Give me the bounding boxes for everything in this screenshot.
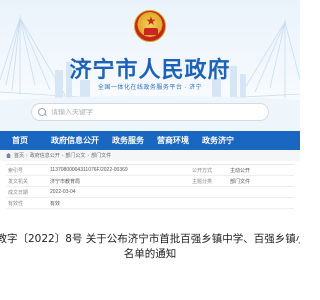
breadcrumb: 首页 › 政府信息公开 › 部门公文 › 部门文件 [0, 150, 300, 161]
document-info-table: 索引号 11370800004311076F/2022-00369 公开方式 主… [6, 164, 294, 209]
national-emblem-icon: ★ [134, 10, 166, 42]
breadcrumb-separator: › [87, 152, 90, 159]
breadcrumb-dept-files[interactable]: 部门文件 [91, 152, 111, 159]
document-title: 济教字〔2022〕8号 关于公布济宁市首批百强乡镇中学、百强乡镇小 名单的通知 [0, 232, 300, 292]
info-value: 有效 [50, 200, 61, 207]
info-row: 发文机关 济宁市教育局 主题分类 部门文件 [6, 176, 294, 187]
info-row: 成文日期 2022-03-04 [6, 187, 294, 198]
nav-item-business-env[interactable]: 营商环境 [157, 135, 202, 146]
site-title: 济宁市人民政府 [69, 58, 231, 83]
document-title-line1: 济教字〔2022〕8号 关于公布济宁市首批百强乡镇中学、百强乡镇小 [0, 233, 300, 245]
info-label: 有效性 [8, 200, 24, 207]
nav-item-home[interactable]: 首页 [0, 135, 51, 146]
info-label: 索引号 [8, 167, 24, 174]
breadcrumb-separator: › [61, 152, 64, 159]
info-label: 成文日期 [8, 189, 29, 196]
breadcrumb-home[interactable]: 首页 [14, 152, 24, 159]
info-row: 有效性 有效 [6, 198, 294, 209]
breadcrumb-dept-docs[interactable]: 部门公文 [65, 152, 85, 159]
header-banner: ★ 济宁市人民政府 全国一体化在线政务服务平台 · 济宁 [0, 0, 300, 131]
breadcrumb-separator: › [26, 152, 28, 159]
info-value: 2022-03-04 [50, 189, 76, 195]
info-value: 部门文件 [230, 178, 251, 185]
info-label: 主题分类 [192, 178, 213, 185]
site-subtitle: 全国一体化在线政务服务平台 · 济宁 [97, 85, 203, 91]
nav-item-gov-jining[interactable]: 政务济宁 [202, 135, 247, 146]
info-row: 索引号 11370800004311076F/2022-00369 公开方式 主… [6, 165, 294, 176]
info-value: 主动公开 [230, 167, 251, 174]
breadcrumb-gov-info[interactable]: 政府信息公开 [30, 152, 60, 159]
info-label: 发文机关 [8, 178, 29, 185]
info-label: 公开方式 [192, 167, 213, 174]
nav-item-gov-info[interactable]: 政府信息公开 [51, 135, 112, 146]
info-value: 济宁市教育局 [50, 178, 81, 185]
search-input[interactable] [51, 108, 251, 116]
main-nav: 首页 政府信息公开 政务服务 营商环境 政务济宁 [0, 131, 300, 150]
document-title-line2: 名单的通知 [123, 248, 177, 260]
search-icon[interactable] [38, 107, 47, 117]
info-value: 11370800004311076F/2022-00369 [50, 167, 128, 173]
home-icon [6, 153, 11, 158]
nav-item-services[interactable]: 政务服务 [112, 135, 157, 146]
search-bar[interactable] [31, 103, 269, 121]
